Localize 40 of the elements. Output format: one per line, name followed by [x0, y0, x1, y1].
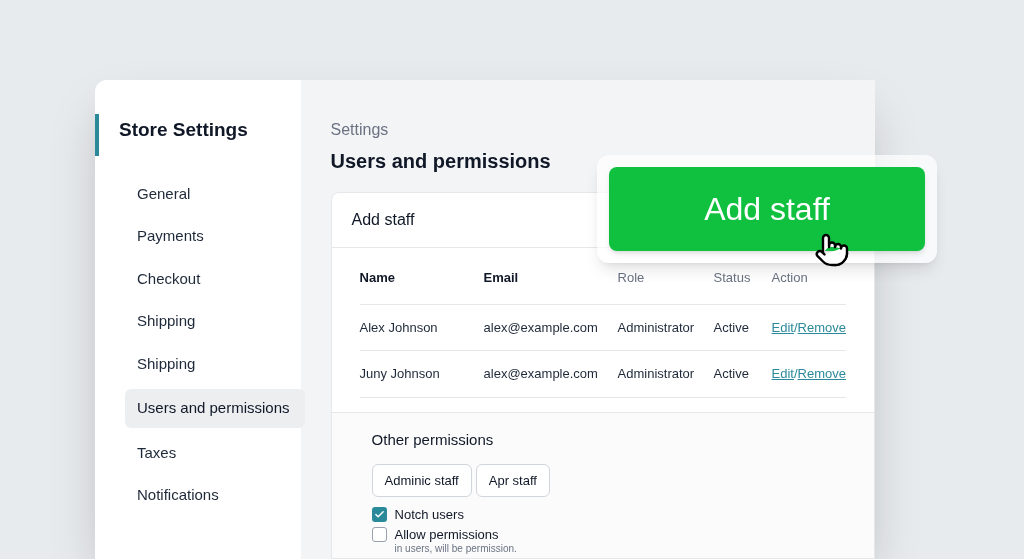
option-label: Notch users — [394, 506, 464, 524]
edit-link[interactable]: Edit — [771, 319, 794, 335]
edit-link[interactable]: Edit — [771, 366, 794, 381]
column-header: Status — [713, 269, 752, 287]
column-header: Role — [617, 269, 646, 287]
staff-button[interactable]: Apr staff — [475, 463, 550, 497]
remove-link[interactable]: Remove — [797, 366, 846, 381]
table-cell-text: Active — [713, 318, 750, 337]
table-cell-text: Alex Johnson — [359, 318, 439, 337]
page-title: Users and permissions — [330, 149, 552, 174]
sidebar-title: Store Settings — [119, 118, 248, 142]
check-icon — [373, 509, 385, 520]
slash: / — [793, 366, 798, 381]
column-header: Email — [483, 269, 520, 287]
option-hint: in users, will be permission. — [394, 544, 517, 554]
column-header: Action — [771, 269, 809, 287]
checkbox[interactable] — [371, 507, 387, 522]
table-cell-text: alex@example.com — [483, 318, 599, 337]
sidebar-item[interactable]: Users and permissions — [125, 389, 305, 428]
breadcrumb: Settings — [330, 120, 390, 140]
option-label: Allow permissions — [394, 525, 500, 544]
sidebar-item[interactable]: Shipping — [137, 346, 293, 381]
sidebar-item[interactable]: Notifications — [137, 478, 293, 513]
table-cell-text: Active — [713, 365, 750, 383]
sidebar-item[interactable]: Shipping — [137, 304, 293, 339]
section-title: Other permissions — [371, 430, 495, 450]
slash: / — [793, 319, 798, 335]
sidebar-item[interactable]: Taxes — [137, 435, 293, 470]
table-cell-text: Administrator — [617, 318, 696, 337]
remove-link[interactable]: Remove — [797, 319, 846, 335]
table-cell-text: Administrator — [617, 365, 696, 383]
staff-button[interactable]: Adminic staff — [371, 463, 472, 497]
column-header: Name — [359, 269, 396, 287]
accent-bar — [95, 114, 99, 156]
sidebar-item[interactable]: Payments — [137, 219, 293, 254]
sidebar-item[interactable]: General — [137, 176, 293, 211]
checkbox[interactable] — [371, 526, 387, 542]
table-cell-text: alex@example.com — [483, 365, 599, 383]
sidebar-item[interactable]: Checkout — [137, 261, 293, 296]
table-cell-text: Juny Johnson — [359, 365, 441, 383]
